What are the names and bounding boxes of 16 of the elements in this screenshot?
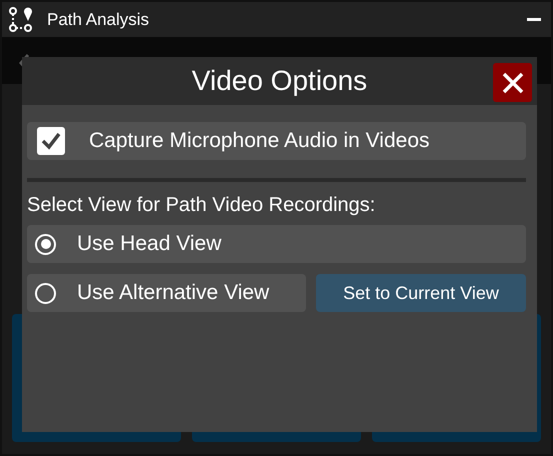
radio-option[interactable]: Use Head View [27, 225, 526, 263]
close-icon [500, 70, 524, 94]
radio-label: Use Alternative View [77, 281, 270, 305]
radio-label: Use Head View [77, 232, 222, 256]
radio-option[interactable]: Use Alternative View [27, 274, 306, 312]
checkbox[interactable] [37, 127, 65, 155]
dialog-title: Video Options [192, 65, 368, 97]
set-view-button[interactable]: Set to Current View [316, 274, 526, 312]
radio-button[interactable] [35, 282, 56, 304]
window-title: Path Analysis [47, 10, 150, 30]
path-nodes-icon [8, 6, 34, 32]
section-label: Select View for Path Video Recordings: [27, 194, 376, 217]
checkbox-row[interactable]: Capture Microphone Audio in Videos [27, 122, 526, 160]
radio-button[interactable] [35, 234, 56, 254]
checkbox-label: Capture Microphone Audio in Videos [89, 129, 430, 153]
close-button[interactable] [493, 63, 532, 102]
